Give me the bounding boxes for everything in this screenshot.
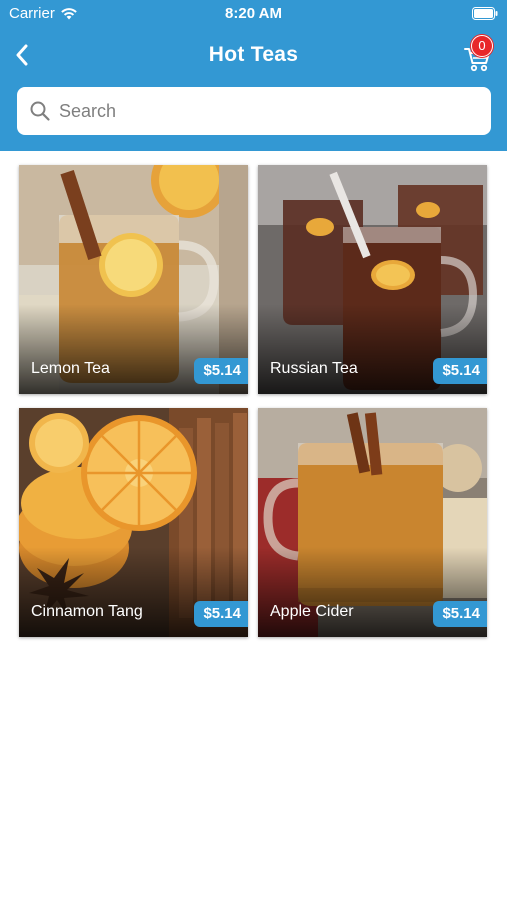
product-card-apple-cider[interactable]: Apple Cider $5.14 <box>258 408 487 637</box>
search-bar[interactable] <box>17 87 491 135</box>
product-card-lemon-tea[interactable]: Lemon Tea $5.14 <box>19 165 248 394</box>
product-price: $5.14 <box>433 358 487 384</box>
app-header: Carrier 8:20 AM Hot Teas 0 Search <box>0 0 507 151</box>
product-card-cinnamon-tang[interactable]: Cinnamon Tang $5.14 <box>19 408 248 637</box>
search-input[interactable] <box>59 100 459 122</box>
page-title: Hot Teas <box>208 43 299 66</box>
product-price: $5.14 <box>194 358 248 384</box>
cart-count-badge: 0 <box>471 35 493 57</box>
status-bar: Carrier 8:20 AM <box>0 0 507 28</box>
product-card-russian-tea[interactable]: Russian Tea $5.14 <box>258 165 487 394</box>
product-name: Russian Tea <box>270 360 358 377</box>
search-icon <box>30 101 50 121</box>
product-name: Lemon Tea <box>31 360 110 377</box>
cart-button[interactable]: 0 <box>463 35 497 72</box>
product-price: $5.14 <box>194 601 248 627</box>
battery-icon <box>472 7 498 20</box>
product-price: $5.14 <box>433 601 487 627</box>
nav-bar: Hot Teas 0 <box>0 35 507 76</box>
product-name: Cinnamon Tang <box>31 603 143 620</box>
product-name: Apple Cider <box>270 603 354 620</box>
status-time: 8:20 AM <box>225 5 282 22</box>
